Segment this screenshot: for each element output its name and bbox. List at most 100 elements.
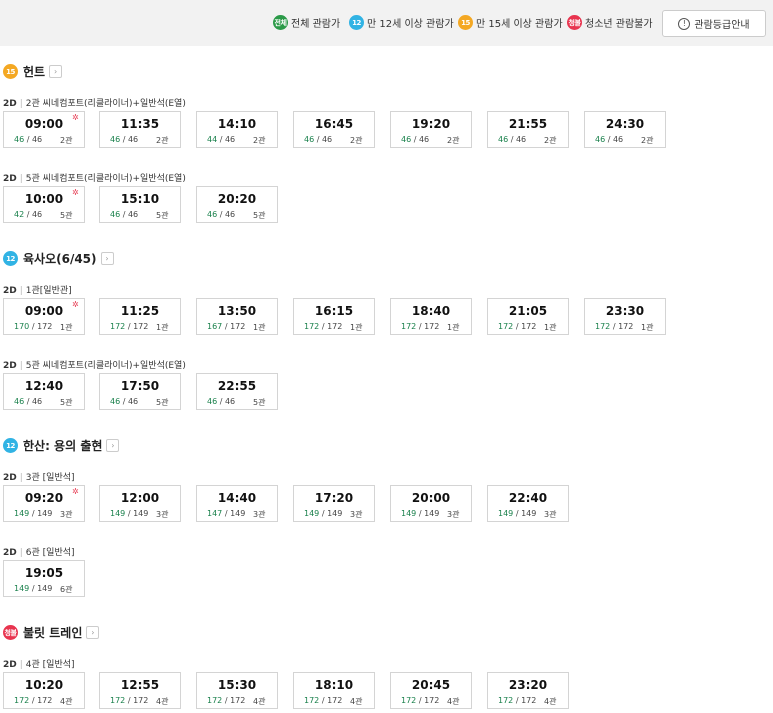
remaining-seats: 147 (207, 509, 223, 518)
total-seats: 46 (31, 135, 43, 144)
showtime-button[interactable]: 09:20 149 / 149 3관 ✲ (3, 485, 85, 522)
showtime-button[interactable]: 09:00 170 / 172 1관 ✲ (3, 298, 85, 335)
remaining-seats: 170 (14, 322, 30, 331)
seat-count: 172 / 172 (304, 322, 342, 331)
seat-count: 46 / 46 (110, 210, 138, 219)
movie-name[interactable]: 육사오(6/45) (23, 250, 97, 267)
showtime-button[interactable]: 22:55 46 / 46 5관 (196, 373, 278, 410)
screen-number: 2관 (447, 136, 460, 145)
showtime-button[interactable]: 20:20 46 / 46 5관 (196, 186, 278, 223)
showtime-button[interactable]: 22:40 149 / 149 3관 (487, 485, 569, 522)
seat-separator: / (416, 509, 425, 518)
seat-count: 149 / 149 (401, 509, 439, 518)
screen-number: 2관 (544, 136, 557, 145)
showtime-button[interactable]: 09:00 46 / 46 2관 ✲ (3, 111, 85, 148)
total-seats: 46 (224, 397, 236, 406)
total-seats: 149 (37, 584, 53, 593)
legend-15: 15 만 15세 이상 관람가 (458, 15, 563, 30)
screen-number: 2관 (253, 136, 266, 145)
showtime-button[interactable]: 12:40 46 / 46 5관 (3, 373, 85, 410)
movie-name[interactable]: 불릿 트레인 (23, 624, 82, 641)
showtime-button[interactable]: 20:45 172 / 172 4관 (390, 672, 472, 709)
total-seats: 46 (127, 135, 139, 144)
all-ages-badge-icon: 전체 (273, 15, 288, 30)
showtime-button[interactable]: 18:40 172 / 172 1관 (390, 298, 472, 335)
showtime-button[interactable]: 11:35 46 / 46 2관 (99, 111, 181, 148)
total-seats: 46 (224, 210, 236, 219)
showtime-button[interactable]: 21:05 172 / 172 1관 (487, 298, 569, 335)
hall-info: 2D | 2관 씨네컴포트(리클라이너)+일반석(E열) (3, 96, 186, 109)
movie-title[interactable]: 12 육사오(6/45) › (3, 250, 114, 267)
total-seats: 46 (127, 210, 139, 219)
hall-name: 2관 씨네컴포트(리클라이너)+일반석(E열) (25, 99, 186, 109)
total-seats: 46 (31, 397, 43, 406)
showtime-button[interactable]: 19:05 149 / 149 6관 (3, 560, 85, 597)
chevron-right-icon[interactable]: › (100, 252, 114, 265)
screen-number: 4관 (350, 697, 363, 706)
movie-title[interactable]: 15 헌트 › (3, 63, 63, 80)
morning-show-icon: ✲ (72, 113, 79, 122)
showtime-button[interactable]: 21:55 46 / 46 2관 (487, 111, 569, 148)
seat-separator: / (416, 696, 425, 705)
movie-name[interactable]: 한산: 용의 출현 (23, 437, 102, 454)
morning-show-icon: ✲ (72, 300, 79, 309)
total-seats: 172 (37, 696, 53, 705)
showtime-button[interactable]: 17:50 46 / 46 5관 (99, 373, 181, 410)
seat-separator: / (24, 210, 32, 219)
start-time: 20:45 (411, 678, 451, 692)
showtime-button[interactable]: 24:30 46 / 46 2관 (584, 111, 666, 148)
chevron-right-icon[interactable]: › (49, 65, 63, 78)
showtime-button[interactable]: 17:20 149 / 149 3관 (293, 485, 375, 522)
age-rating-badge-icon: 15 (3, 64, 18, 79)
seat-separator: / (610, 322, 619, 331)
showtime-button[interactable]: 13:50 167 / 172 1관 (196, 298, 278, 335)
movie-title[interactable]: 12 한산: 용의 출현 › (3, 437, 120, 454)
showtime-button[interactable]: 23:20 172 / 172 4관 (487, 672, 569, 709)
showtime-button[interactable]: 23:30 172 / 172 1관 (584, 298, 666, 335)
start-time: 17:20 (314, 491, 354, 505)
screen-format: 2D (3, 473, 17, 483)
showtime-button[interactable]: 10:00 42 / 46 5관 ✲ (3, 186, 85, 223)
seat-separator: / (605, 135, 613, 144)
morning-show-icon: ✲ (72, 487, 79, 496)
hall-info: 2D | 5관 씨네컴포트(리클라이너)+일반석(E열) (3, 358, 186, 371)
seat-count: 46 / 46 (498, 135, 526, 144)
showtime-button[interactable]: 10:20 172 / 172 4관 (3, 672, 85, 709)
screen-format: 2D (3, 174, 17, 184)
chevron-right-icon[interactable]: › (106, 439, 120, 452)
seat-separator: / (120, 397, 128, 406)
showtime-button[interactable]: 14:10 44 / 46 2관 (196, 111, 278, 148)
remaining-seats: 172 (304, 322, 320, 331)
hall-info: 2D | 5관 씨네컴포트(리클라이너)+일반석(E열) (3, 171, 186, 184)
seat-count: 172 / 172 (498, 322, 536, 331)
movie-title[interactable]: 청불 불릿 트레인 › (3, 624, 100, 641)
rating-guide-button[interactable]: ! 관람등급안내 (662, 10, 766, 37)
total-seats: 172 (230, 696, 246, 705)
showtime-button[interactable]: 15:30 172 / 172 4관 (196, 672, 278, 709)
seat-count: 172 / 172 (110, 322, 148, 331)
showtime-button[interactable]: 12:55 172 / 172 4관 (99, 672, 181, 709)
showtime-button[interactable]: 16:45 46 / 46 2관 (293, 111, 375, 148)
chevron-right-icon[interactable]: › (86, 626, 100, 639)
showtime-button[interactable]: 16:15 172 / 172 1관 (293, 298, 375, 335)
screen-number: 4관 (544, 697, 557, 706)
showtime-button[interactable]: 14:40 147 / 149 3관 (196, 485, 278, 522)
showtime-button[interactable]: 15:10 46 / 46 5관 (99, 186, 181, 223)
screen-number: 3관 (60, 510, 73, 519)
start-time: 23:20 (508, 678, 548, 692)
seat-separator: / (319, 696, 328, 705)
start-time: 21:05 (508, 304, 548, 318)
seat-separator: / (29, 322, 38, 331)
remaining-seats: 172 (498, 322, 514, 331)
showtime-button[interactable]: 18:10 172 / 172 4관 (293, 672, 375, 709)
remaining-seats: 46 (110, 210, 121, 219)
legend-label: 청소년 관람불가 (585, 19, 653, 30)
showtime-button[interactable]: 19:20 46 / 46 2관 (390, 111, 472, 148)
remaining-seats: 172 (304, 696, 320, 705)
showtime-button[interactable]: 11:25 172 / 172 1관 (99, 298, 181, 335)
showtime-button[interactable]: 20:00 149 / 149 3관 (390, 485, 472, 522)
showtime-button[interactable]: 12:00 149 / 149 3관 (99, 485, 181, 522)
remaining-seats: 172 (14, 696, 30, 705)
info-icon: ! (678, 17, 691, 30)
movie-name[interactable]: 헌트 (23, 63, 45, 80)
